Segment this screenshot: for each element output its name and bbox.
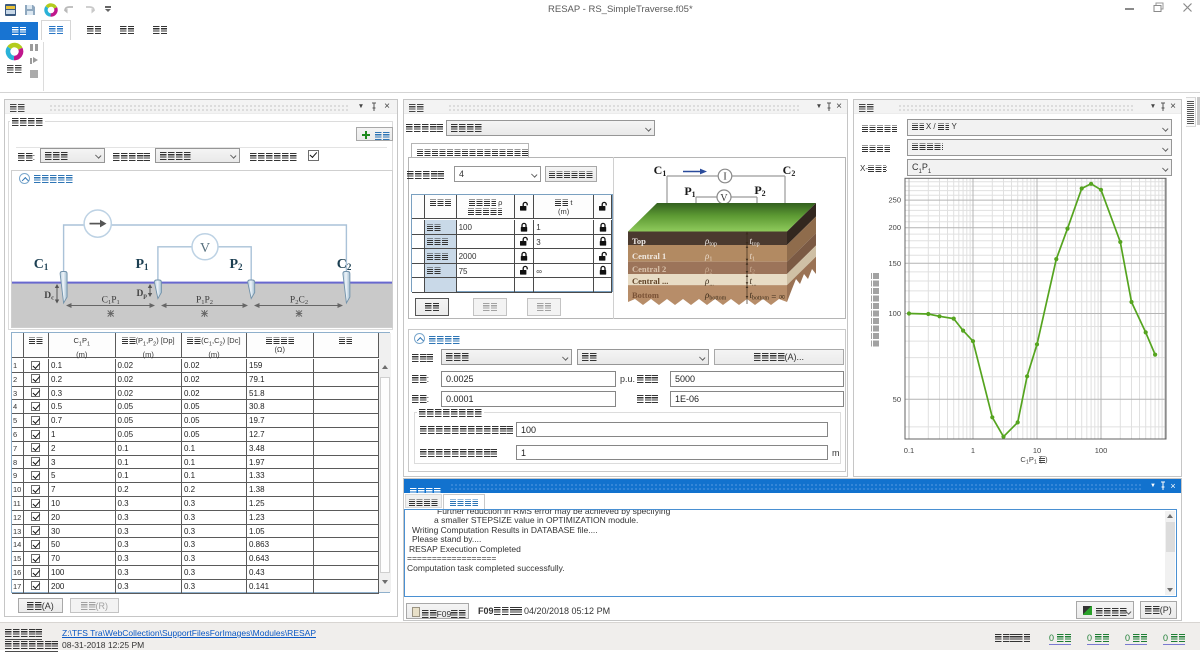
svg-text:P1: P1 [135, 257, 149, 272]
svg-text:Central ...: Central ... [632, 276, 668, 286]
svg-text:C2: C2 [337, 257, 352, 272]
svg-text:V: V [720, 193, 728, 204]
svg-text:150: 150 [888, 259, 901, 268]
svg-text:50: 50 [893, 395, 901, 404]
svg-text:100: 100 [888, 309, 901, 318]
svg-text:Bottom: Bottom [632, 290, 659, 300]
svg-text:V: V [200, 241, 210, 256]
svg-text:Top: Top [632, 236, 646, 246]
svg-text:Central 2: Central 2 [632, 264, 666, 274]
svg-text:P1: P1 [684, 184, 695, 199]
svg-text:I: I [723, 172, 726, 183]
svg-text:1: 1 [971, 446, 975, 455]
svg-text:Central 1: Central 1 [632, 251, 666, 261]
svg-text:10: 10 [1033, 446, 1041, 455]
svg-text:200: 200 [888, 223, 901, 232]
svg-text:0.1: 0.1 [904, 446, 914, 455]
svg-text:C1: C1 [34, 257, 49, 272]
svg-text:C1: C1 [654, 163, 667, 178]
svg-text:100: 100 [1095, 446, 1108, 455]
svg-text:C2: C2 [783, 163, 796, 178]
svg-text:P2: P2 [754, 183, 765, 198]
svg-text:250: 250 [888, 196, 901, 205]
svg-text:P2: P2 [229, 257, 243, 272]
